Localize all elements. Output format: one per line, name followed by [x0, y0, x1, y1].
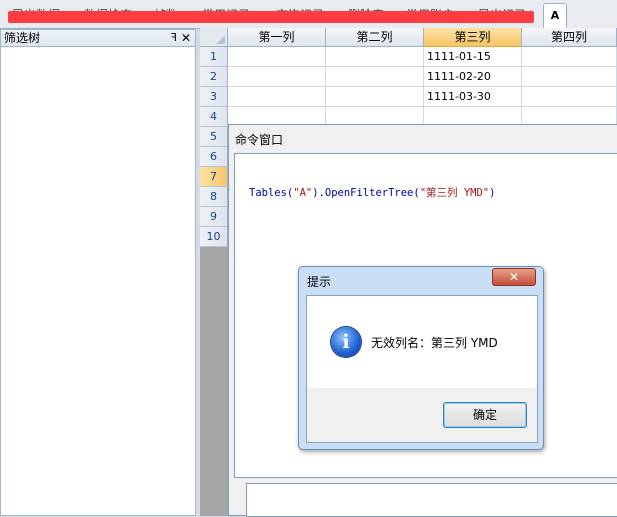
column-header-active[interactable]: 第三列: [424, 28, 522, 47]
row-header-active[interactable]: 7: [200, 167, 228, 187]
code-token: ): [489, 187, 496, 199]
message-dialog: 提示 ✕ i 无效列名：第三列 YMD 确定: [298, 266, 544, 450]
dialog-close-button[interactable]: ✕: [492, 268, 536, 286]
code-token: Tables(: [249, 187, 294, 199]
code-string: "A": [293, 187, 313, 199]
row-header[interactable]: 10: [200, 227, 228, 247]
top-tab-bar: 导出数据 数据检查 帧数 常用记录 查询记录 删除表 常用账户 导出记录 A: [0, 0, 617, 29]
row-header[interactable]: 9: [200, 207, 228, 227]
ok-button[interactable]: 确定: [443, 402, 527, 428]
grid-cell[interactable]: [228, 67, 326, 87]
command-code-line: Tables("A").OpenFilterTree("第三列 YMD"): [249, 185, 495, 200]
dialog-title: 提示: [307, 275, 332, 289]
filter-tree-header: 筛选树 ꟻ ✕: [1, 30, 195, 47]
grid-cell[interactable]: [522, 87, 617, 107]
redaction-bar: [8, 11, 534, 23]
row-header[interactable]: 3: [200, 87, 228, 107]
grid-cell[interactable]: [326, 67, 424, 87]
grid-cell[interactable]: 1111-03-30: [424, 87, 522, 107]
grid-cell[interactable]: 1111-01-15: [424, 47, 522, 67]
grid-cell[interactable]: [522, 47, 617, 67]
dialog-body: i 无效列名：第三列 YMD 确定: [306, 295, 538, 443]
column-header[interactable]: 第四列: [522, 28, 617, 47]
close-icon[interactable]: ✕: [181, 30, 191, 46]
row-header[interactable]: 8: [200, 187, 228, 207]
dialog-message-area: i 无效列名：第三列 YMD: [307, 296, 537, 388]
tab-a[interactable]: A: [543, 3, 567, 28]
row-header[interactable]: 2: [200, 67, 228, 87]
row-header[interactable]: 5: [200, 127, 228, 147]
column-header[interactable]: 第二列: [326, 28, 424, 47]
row-header[interactable]: 1: [200, 47, 228, 67]
close-icon: ✕: [508, 270, 520, 284]
code-string: "第三列 YMD": [419, 187, 490, 199]
select-all-corner[interactable]: [200, 28, 228, 47]
filter-tree-panel: 筛选树 ꟻ ✕: [0, 29, 196, 516]
row-header[interactable]: 4: [200, 107, 228, 127]
grid-cell[interactable]: [326, 47, 424, 67]
grid-cell[interactable]: 1111-02-20: [424, 67, 522, 87]
column-header[interactable]: 第一列: [228, 28, 326, 47]
command-window-title: 命令窗口: [235, 133, 284, 147]
command-output[interactable]: [246, 483, 617, 517]
row-header[interactable]: 6: [200, 147, 228, 167]
grid-cell[interactable]: [522, 67, 617, 87]
info-icon: i: [331, 327, 361, 357]
grid-cell[interactable]: [326, 87, 424, 107]
pin-icon[interactable]: ꟻ: [171, 30, 177, 46]
filter-tree-title: 筛选树: [4, 31, 41, 45]
code-token: ).OpenFilterTree(: [312, 187, 420, 199]
dialog-message: 无效列名：第三列 YMD: [371, 336, 498, 350]
grid-cells: 1111-01-15 1111-02-20 1111-03-30: [228, 47, 617, 127]
grid-cell[interactable]: [228, 87, 326, 107]
grid-cell[interactable]: [228, 47, 326, 67]
